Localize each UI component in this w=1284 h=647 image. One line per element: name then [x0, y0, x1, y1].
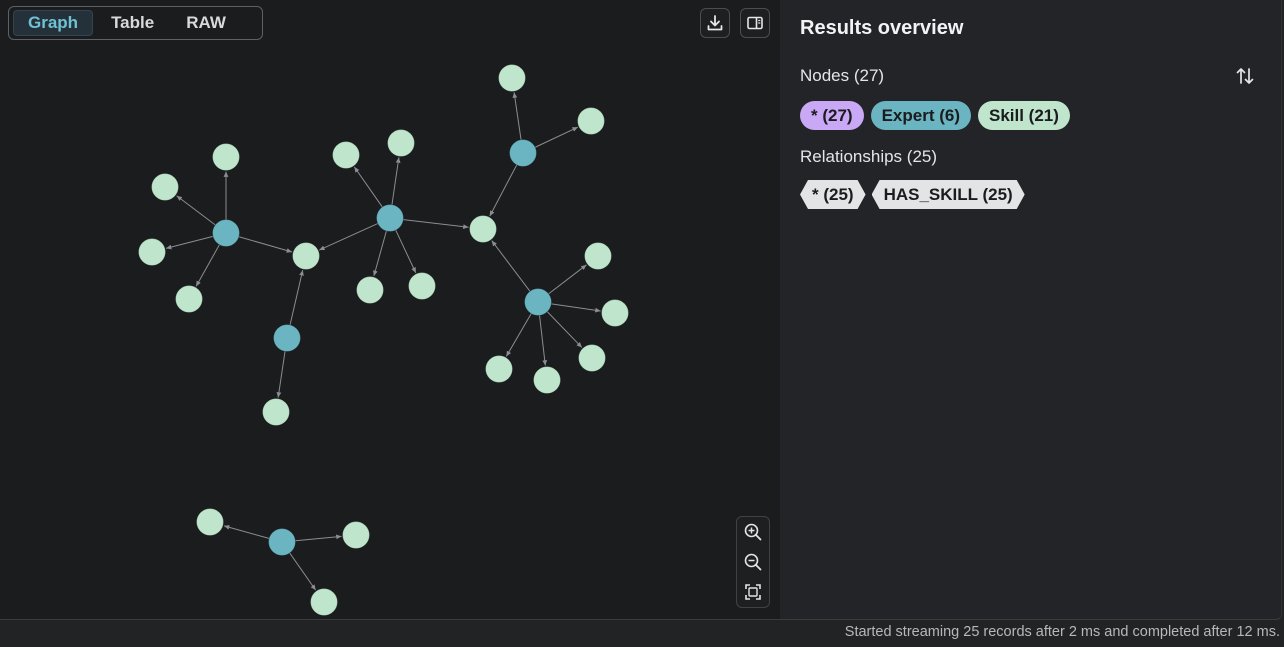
has-skill-relationship[interactable]: [276, 351, 286, 398]
skill-node[interactable]: [151, 173, 179, 201]
results-overview-title: Results overview: [800, 17, 964, 39]
skill-node[interactable]: [533, 366, 561, 394]
expert-node[interactable]: [376, 204, 404, 232]
graph-visualization[interactable]: [0, 0, 780, 619]
skill-node[interactable]: [138, 238, 166, 266]
zoom-in-icon: [744, 523, 762, 541]
skill-node[interactable]: [196, 508, 224, 536]
skill-node[interactable]: [469, 215, 497, 243]
node-chip-all[interactable]: * (27): [800, 101, 864, 130]
skill-node[interactable]: [175, 285, 203, 313]
expert-node[interactable]: [212, 219, 240, 247]
has-skill-relationship[interactable]: [491, 240, 531, 292]
skill-node[interactable]: [408, 272, 436, 300]
has-skill-relationship[interactable]: [373, 230, 387, 277]
relationships-count-label: Relationships (25): [800, 147, 938, 166]
has-skill-relationship[interactable]: [551, 303, 601, 313]
zoom-out-icon: [744, 553, 762, 571]
zoom-controls: [736, 516, 770, 608]
expert-node[interactable]: [273, 324, 301, 352]
has-skill-relationship[interactable]: [395, 230, 417, 274]
fit-to-screen-button[interactable]: [740, 579, 766, 605]
has-skill-relationship[interactable]: [289, 270, 304, 325]
sort-icon[interactable]: [1234, 65, 1256, 87]
has-skill-relationship[interactable]: [195, 244, 220, 287]
has-skill-relationship[interactable]: [238, 236, 293, 253]
has-skill-relationship[interactable]: [505, 313, 532, 357]
zoom-out-button[interactable]: [740, 549, 766, 575]
skill-node[interactable]: [584, 242, 612, 270]
status-message: Started streaming 25 records after 2 ms …: [844, 624, 1280, 640]
skill-node[interactable]: [262, 398, 290, 426]
download-icon: [707, 15, 723, 31]
has-skill-relationship[interactable]: [547, 311, 583, 348]
skill-node[interactable]: [387, 129, 415, 157]
has-skill-relationship[interactable]: [391, 157, 401, 205]
relationship-type-chips: * (25) HAS_SKILL (25): [800, 180, 1025, 209]
has-skill-relationship[interactable]: [535, 126, 579, 148]
has-skill-relationship[interactable]: [289, 552, 317, 591]
expert-node[interactable]: [509, 139, 537, 167]
skill-node[interactable]: [310, 588, 338, 616]
skill-node[interactable]: [485, 355, 513, 383]
node-chip-skill[interactable]: Skill (21): [978, 101, 1070, 130]
has-skill-relationship[interactable]: [489, 164, 518, 217]
has-skill-relationship[interactable]: [539, 315, 548, 366]
expert-node[interactable]: [268, 528, 296, 556]
has-skill-relationship[interactable]: [548, 264, 587, 295]
has-skill-relationship[interactable]: [165, 235, 214, 250]
zoom-in-button[interactable]: [740, 519, 766, 545]
has-skill-relationship[interactable]: [319, 223, 378, 251]
skill-node[interactable]: [578, 344, 606, 372]
tab-table[interactable]: Table: [97, 10, 168, 36]
relationship-chip-all[interactable]: * (25): [800, 180, 866, 209]
fit-to-screen-icon: [745, 584, 761, 600]
skill-node[interactable]: [342, 521, 370, 549]
skill-node[interactable]: [498, 64, 526, 92]
view-toggle: Graph Table RAW: [8, 6, 263, 40]
download-button[interactable]: [700, 8, 730, 38]
tab-graph[interactable]: Graph: [13, 10, 94, 36]
side-panel-icon: [747, 16, 763, 30]
relationship-chip-has-skill[interactable]: HAS_SKILL (25): [872, 180, 1025, 209]
skill-node[interactable]: [356, 276, 384, 304]
skill-node[interactable]: [212, 143, 240, 171]
skill-node[interactable]: [601, 299, 629, 327]
has-skill-relationship[interactable]: [512, 92, 522, 140]
graph-canvas[interactable]: Graph Table RAW: [0, 0, 780, 619]
node-chip-expert[interactable]: Expert (6): [870, 101, 971, 130]
has-skill-relationship[interactable]: [223, 525, 270, 539]
skill-node[interactable]: [292, 242, 320, 270]
nodes-count-label: Nodes (27): [800, 66, 885, 85]
has-skill-relationship[interactable]: [353, 166, 383, 208]
has-skill-relationship[interactable]: [176, 195, 216, 226]
skill-node[interactable]: [577, 107, 605, 135]
tab-raw[interactable]: RAW: [172, 10, 240, 36]
results-overview-panel: Results overview Nodes (27) * (27) Exper…: [780, 0, 1280, 619]
expert-node[interactable]: [524, 288, 552, 316]
toggle-side-panel-button[interactable]: [740, 8, 770, 38]
node-label-chips: * (27) Expert (6) Skill (21): [800, 101, 1070, 130]
node-layer: [138, 64, 629, 616]
skill-node[interactable]: [332, 141, 360, 169]
has-skill-relationship[interactable]: [403, 219, 469, 230]
has-skill-relationship[interactable]: [295, 534, 342, 542]
